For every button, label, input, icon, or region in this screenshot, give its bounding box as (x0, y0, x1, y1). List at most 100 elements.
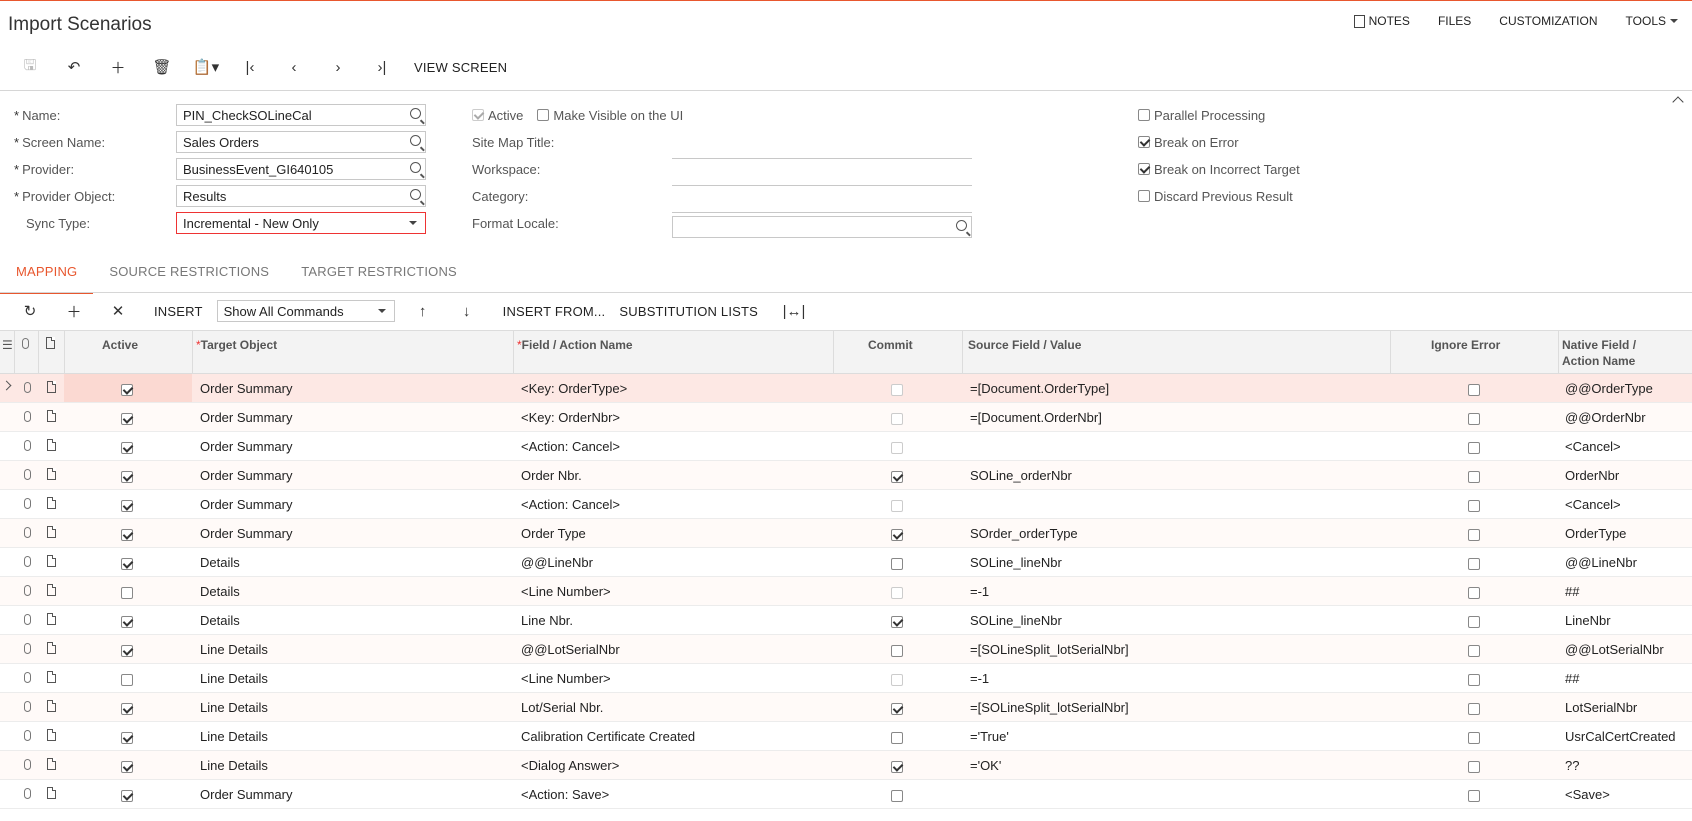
substitution-lists-button[interactable]: SUBSTITUTION LISTS (619, 304, 758, 319)
note-icon[interactable] (47, 642, 56, 654)
commit-cell[interactable] (891, 671, 903, 686)
customization-button[interactable]: CUSTOMIZATION (1499, 14, 1597, 28)
field-action-cell[interactable]: @@LineNbr (521, 555, 593, 570)
commit-checkbox[interactable] (891, 760, 903, 773)
commit-cell[interactable] (891, 787, 903, 802)
target-object-cell[interactable]: Details (200, 555, 240, 570)
commit-cell[interactable] (891, 584, 903, 599)
save-button[interactable]: 🖫 (8, 54, 52, 80)
ignore-error-checkbox[interactable] (1468, 499, 1480, 512)
make-visible-checkbox[interactable] (537, 109, 550, 121)
ignore-error-cell[interactable] (1468, 642, 1480, 657)
delete-button[interactable]: 🗑 (140, 54, 184, 80)
attachment-icon[interactable] (24, 701, 31, 712)
clipboard-button[interactable]: 📋▾ (184, 54, 228, 80)
table-row[interactable]: Line Details @@LotSerialNbr =[SOLineSplit_… (0, 635, 1692, 664)
commit-checkbox[interactable] (891, 441, 903, 454)
table-row[interactable]: Line Details <Dialog Answer> ='OK'?? (0, 751, 1692, 780)
commit-checkbox[interactable] (891, 673, 903, 686)
commit-checkbox[interactable] (891, 586, 903, 599)
field-action-cell[interactable]: Calibration Certificate Created (521, 729, 695, 744)
search-icon[interactable] (956, 220, 967, 231)
note-icon[interactable] (47, 410, 56, 422)
native-field-cell[interactable]: OrderNbr (1565, 468, 1619, 483)
note-icon[interactable] (47, 729, 56, 741)
active-cell[interactable] (121, 787, 133, 802)
attachment-icon[interactable] (24, 556, 31, 567)
active-cell[interactable] (121, 729, 133, 744)
active-cell[interactable] (121, 642, 133, 657)
commit-checkbox[interactable] (891, 644, 903, 657)
ignore-error-cell[interactable] (1468, 410, 1480, 425)
tab-mapping[interactable]: MAPPING (0, 262, 94, 294)
category-field[interactable] (672, 212, 972, 213)
attachment-icon[interactable] (24, 585, 31, 596)
source-field-cell[interactable]: SOrder_orderType (970, 526, 1078, 541)
active-checkbox[interactable] (121, 673, 133, 686)
sitemap-title-field[interactable] (672, 158, 972, 159)
col-native-field[interactable]: Native Field / Action Name (1562, 337, 1636, 369)
commit-cell[interactable] (891, 468, 903, 483)
table-row[interactable]: Line Details Calibration Certificate Crea… (0, 722, 1692, 751)
active-checkbox[interactable] (121, 731, 133, 744)
ignore-error-checkbox[interactable] (1468, 586, 1480, 599)
active-checkbox[interactable] (121, 528, 133, 541)
ignore-error-cell[interactable] (1468, 526, 1480, 541)
table-row[interactable]: Order Summary Order Nbr. SOLine_orderNbr Or… (0, 461, 1692, 490)
commit-cell[interactable] (891, 700, 903, 715)
field-action-cell[interactable]: <Dialog Answer> (521, 758, 619, 773)
native-field-cell[interactable]: <Cancel> (1565, 497, 1621, 512)
commit-cell[interactable] (891, 381, 903, 396)
search-icon[interactable] (410, 135, 421, 146)
ignore-error-cell[interactable] (1468, 700, 1480, 715)
tab-target-restrictions[interactable]: TARGET RESTRICTIONS (285, 262, 473, 292)
note-icon[interactable] (47, 497, 56, 509)
files-button[interactable]: FILES (1438, 14, 1471, 28)
target-object-cell[interactable]: Line Details (200, 758, 268, 773)
native-field-cell[interactable]: OrderType (1565, 526, 1626, 541)
commit-cell[interactable] (891, 439, 903, 454)
ignore-error-cell[interactable] (1468, 584, 1480, 599)
ignore-error-checkbox[interactable] (1468, 412, 1480, 425)
table-row[interactable]: Order Summary <Key: OrderNbr> =[Document.O… (0, 403, 1692, 432)
field-action-cell[interactable]: <Action: Cancel> (521, 497, 620, 512)
commit-cell[interactable] (891, 497, 903, 512)
note-icon[interactable] (47, 439, 56, 451)
table-row[interactable]: Details @@LineNbr SOLine_lineNbr @@LineNbr (0, 548, 1692, 577)
active-cell[interactable] (121, 439, 133, 454)
commit-cell[interactable] (891, 613, 903, 628)
native-field-cell[interactable]: ?? (1565, 758, 1579, 773)
add-row-button[interactable]: ＋ (52, 301, 96, 322)
active-cell[interactable] (121, 700, 133, 715)
native-field-cell[interactable]: <Save> (1565, 787, 1610, 802)
field-action-cell[interactable]: <Line Number> (521, 584, 611, 599)
native-field-cell[interactable]: ## (1565, 584, 1579, 599)
note-icon[interactable] (47, 671, 56, 683)
source-field-cell[interactable]: SOLine_orderNbr (970, 468, 1072, 483)
active-cell[interactable] (121, 526, 133, 541)
table-row[interactable]: Details Line Nbr. SOLine_lineNbr LineNbr (0, 606, 1692, 635)
target-object-cell[interactable]: Line Details (200, 700, 268, 715)
native-field-cell[interactable]: ## (1565, 671, 1579, 686)
refresh-button[interactable]: ↻ (8, 302, 52, 320)
note-icon[interactable] (47, 613, 56, 625)
ignore-error-checkbox[interactable] (1468, 760, 1480, 773)
commit-cell[interactable] (891, 758, 903, 773)
delete-row-button[interactable]: ✕ (96, 302, 140, 320)
field-action-cell[interactable]: Lot/Serial Nbr. (521, 700, 603, 715)
native-field-cell[interactable]: LotSerialNbr (1565, 700, 1637, 715)
source-field-cell[interactable]: =[Document.OrderType] (970, 381, 1109, 396)
source-field-cell[interactable]: SOLine_lineNbr (970, 555, 1062, 570)
active-checkbox[interactable] (121, 615, 133, 628)
sync-type-select[interactable]: Incremental - New Only (176, 212, 426, 234)
target-object-cell[interactable]: Order Summary (200, 497, 292, 512)
commit-cell[interactable] (891, 410, 903, 425)
field-action-cell[interactable]: <Action: Cancel> (521, 439, 620, 454)
active-cell[interactable] (121, 584, 133, 599)
ignore-error-cell[interactable] (1468, 468, 1480, 483)
target-object-cell[interactable]: Line Details (200, 642, 268, 657)
table-row[interactable]: Order Summary <Action: Save> <Save> (0, 780, 1692, 809)
provider-object-field[interactable]: Results (176, 185, 426, 207)
active-checkbox[interactable] (121, 441, 133, 454)
active-checkbox[interactable] (121, 702, 133, 715)
